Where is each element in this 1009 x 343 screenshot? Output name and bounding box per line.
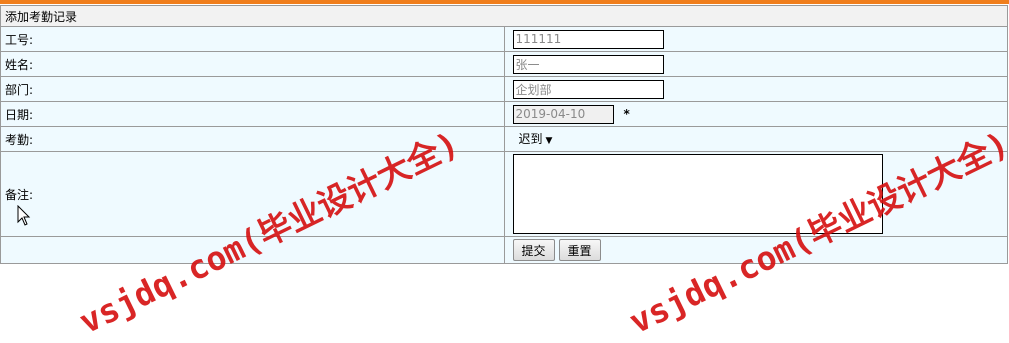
form-title-row: 添加考勤记录	[0, 5, 1008, 27]
attendance-label: 考勤:	[0, 126, 505, 152]
dept-label: 部门:	[0, 76, 505, 102]
button-row: 提交 重置	[0, 236, 1008, 264]
reset-button[interactable]: 重置	[558, 239, 601, 261]
submit-button[interactable]: 提交	[512, 239, 555, 261]
memo-label: 备注:	[0, 151, 505, 237]
attendance-form: 添加考勤记录 工号: 姓名: 部门: 日期: * 考勤: 迟到▼ 备注: 提交重…	[0, 5, 1008, 264]
attendance-selected-value: 迟到	[518, 132, 543, 146]
memo-textarea[interactable]	[512, 154, 883, 234]
date-row: 日期: *	[0, 101, 1008, 127]
name-input[interactable]	[512, 54, 664, 74]
emp-id-input[interactable]	[512, 29, 664, 49]
date-label: 日期:	[0, 101, 505, 127]
name-label: 姓名:	[0, 51, 505, 77]
date-input[interactable]	[512, 104, 614, 124]
memo-row: 备注:	[0, 151, 1008, 237]
dept-input[interactable]	[512, 79, 664, 99]
emp-id-label: 工号:	[0, 26, 505, 52]
form-title: 添加考勤记录	[0, 5, 1008, 27]
dept-row: 部门:	[0, 76, 1008, 102]
chevron-down-icon: ▼	[545, 136, 553, 146]
name-row: 姓名:	[0, 51, 1008, 77]
required-asterisk: *	[623, 107, 630, 121]
attendance-row: 考勤: 迟到 ▼	[0, 126, 1008, 152]
emp-id-row: 工号:	[0, 26, 1008, 52]
top-accent-bar	[0, 0, 1009, 4]
attendance-select[interactable]: 迟到 ▼	[513, 130, 559, 148]
